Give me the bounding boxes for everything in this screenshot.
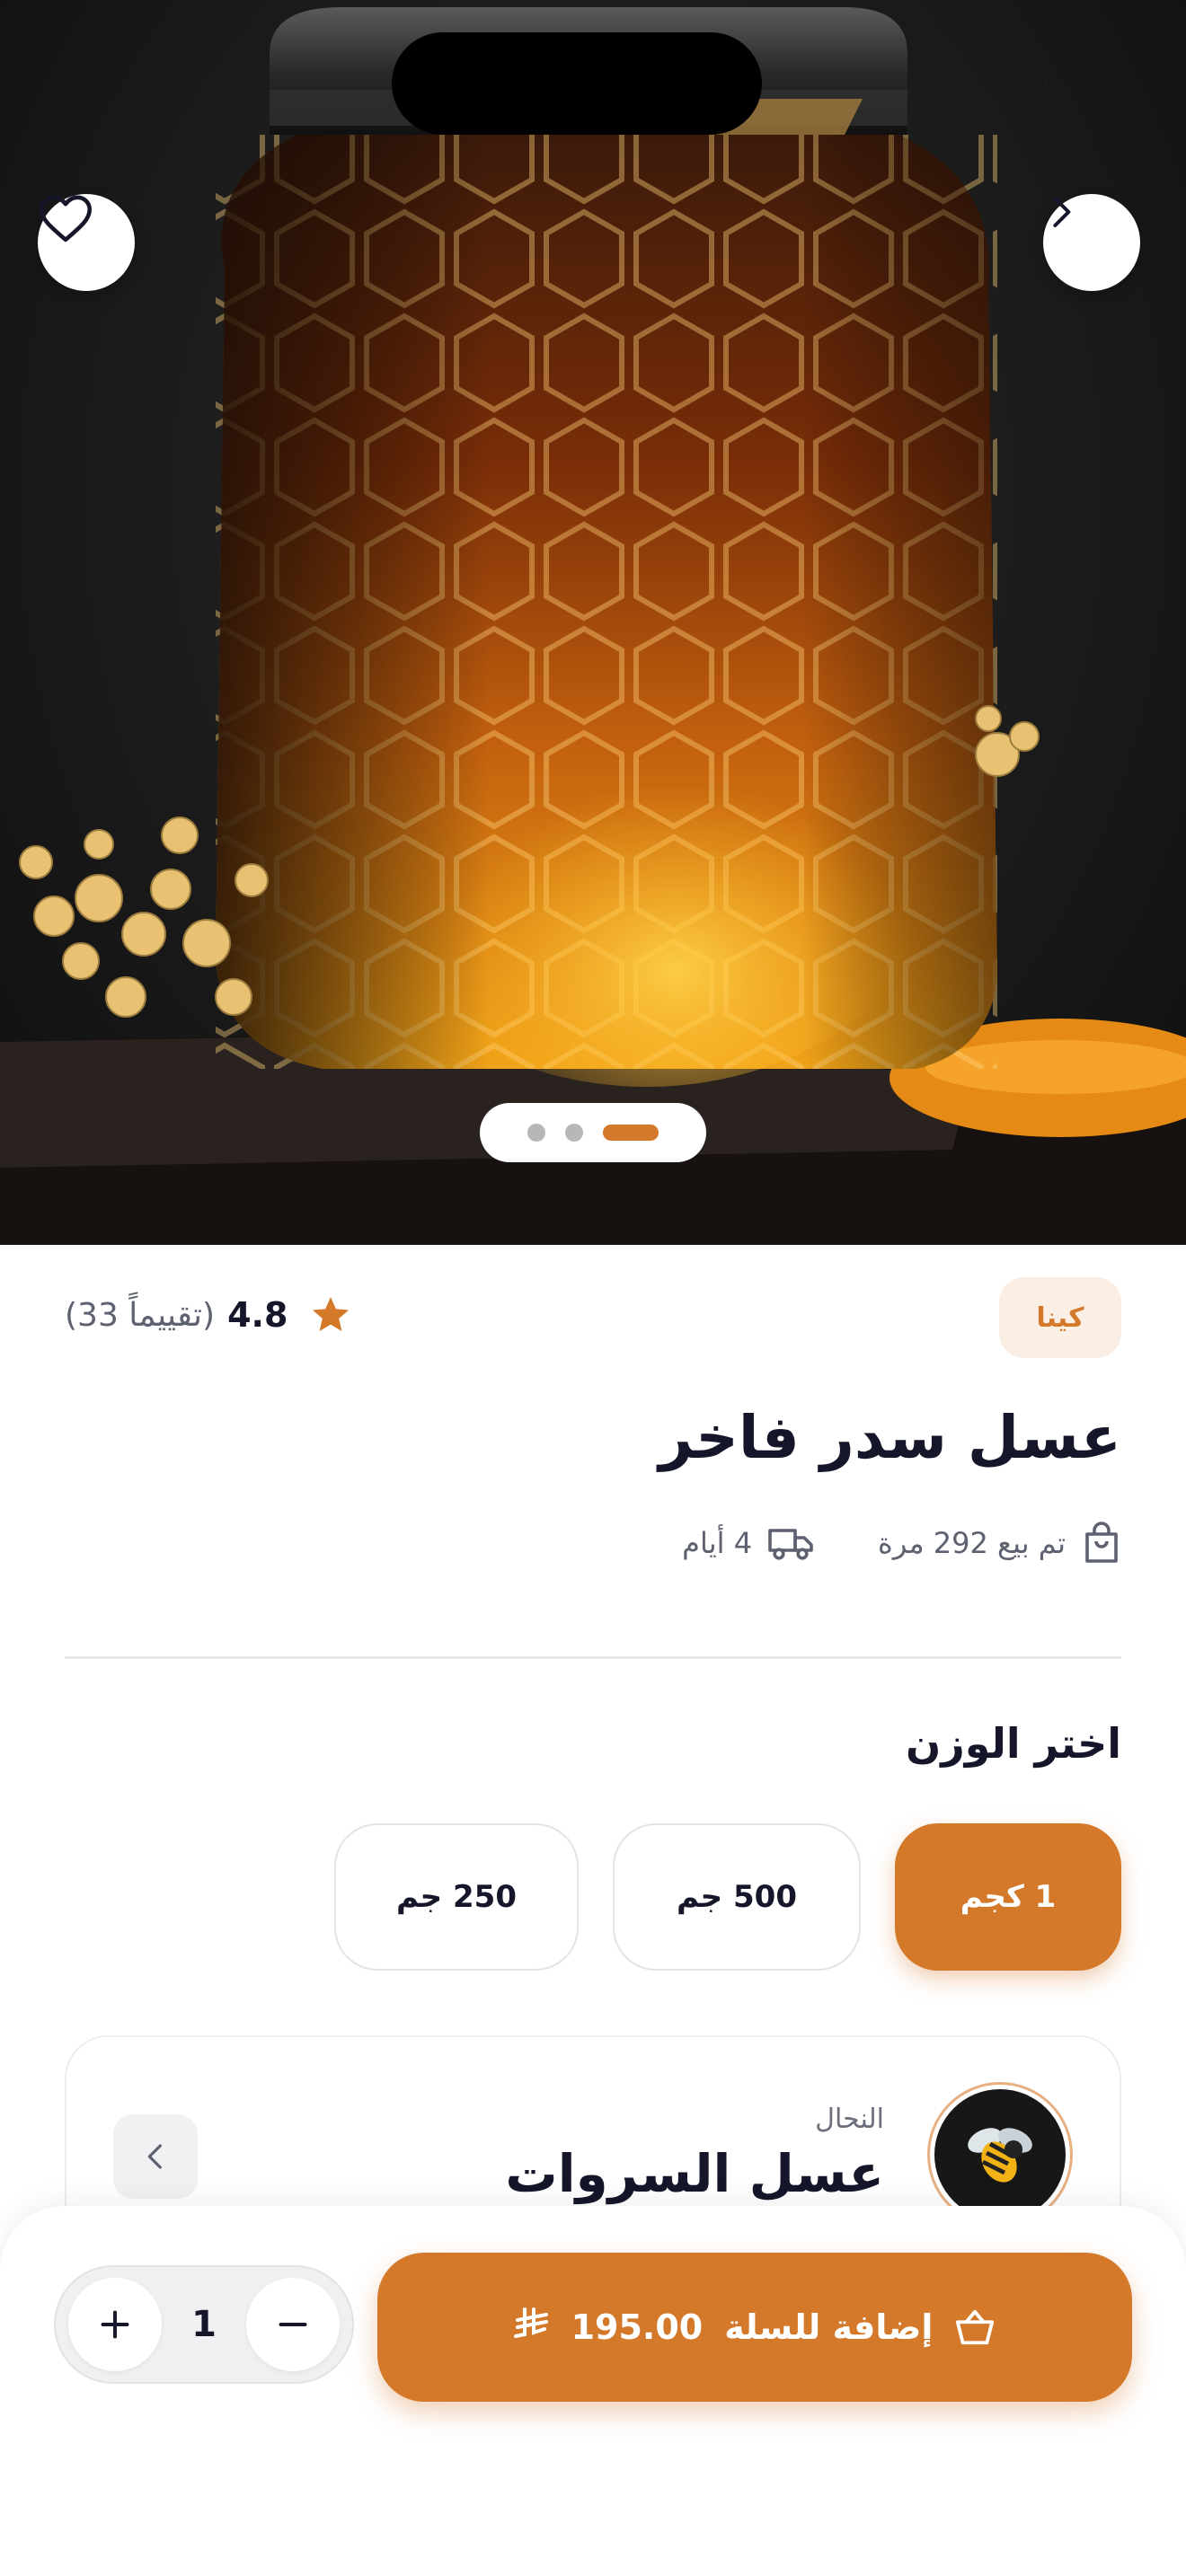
- star-icon: [313, 1297, 350, 1331]
- product-page: ٢:٣٦ (33 تقييماً) 4.8 كينا عسل سدر فاخر: [0, 0, 1186, 2576]
- basket-icon: [956, 2309, 995, 2345]
- rating-value: 4.8: [227, 1295, 288, 1335]
- weight-option-1kg[interactable]: 1 كجم: [895, 1823, 1121, 1971]
- heart-icon: [39, 195, 93, 243]
- bottom-action-bar: 1 195.00 إضافة للسلة: [0, 2206, 1186, 2576]
- honey-jar-image: [0, 7, 1186, 1245]
- favorite-button[interactable]: [38, 194, 135, 291]
- chevron-right-icon: [1053, 197, 1071, 227]
- add-to-cart-button[interactable]: 195.00 إضافة للسلة: [377, 2253, 1132, 2402]
- next-image-button[interactable]: [1043, 194, 1140, 291]
- brand-tag[interactable]: كينا: [999, 1277, 1121, 1358]
- riyal-currency-icon: [513, 2307, 550, 2348]
- cart-price: 195.00: [571, 2307, 704, 2347]
- plus-icon: [101, 2310, 129, 2339]
- beekeeper-name: عسل السروات: [505, 2143, 884, 2204]
- weight-section-title: اختر الوزن: [906, 1719, 1121, 1768]
- beekeeper-open-button[interactable]: [113, 2114, 198, 2199]
- rating[interactable]: (33 تقييماً) 4.8: [65, 1293, 352, 1337]
- increase-quantity-button[interactable]: [68, 2278, 162, 2371]
- product-meta: تم بيع 292 مرة 4 أيام: [682, 1522, 1121, 1565]
- bee-logo-icon: [968, 2128, 1032, 2183]
- status-bar: ٢:٣٦: [0, 0, 1186, 135]
- add-to-cart-label: إضافة للسلة: [724, 2307, 934, 2347]
- product-title: عسل سدر فاخر: [659, 1403, 1121, 1472]
- weight-option-500g[interactable]: 500 جم: [613, 1823, 861, 1971]
- dynamic-island: [392, 32, 762, 135]
- quantity-value: 1: [191, 2304, 217, 2345]
- weight-option-250g[interactable]: 250 جم: [334, 1823, 579, 1971]
- delivery-truck-icon: [768, 1529, 813, 1560]
- divider: [65, 1656, 1121, 1659]
- minus-icon: [279, 2323, 307, 2326]
- pager-dot[interactable]: [565, 1124, 583, 1142]
- chevron-left-icon: [147, 2144, 162, 2169]
- carousel-pager[interactable]: [480, 1103, 706, 1162]
- shopping-bag-icon: [1085, 1522, 1118, 1563]
- sold-count: تم بيع 292 مرة: [878, 1526, 1066, 1560]
- pager-dot[interactable]: [527, 1124, 545, 1142]
- delivery-time: 4 أيام: [682, 1526, 753, 1560]
- quantity-stepper[interactable]: 1: [54, 2265, 354, 2384]
- status-time: ٢:٣٦: [974, 57, 1051, 103]
- product-image-carousel[interactable]: ٢:٣٦: [0, 0, 1186, 1245]
- beekeeper-label: النحال: [815, 2104, 884, 2135]
- decrease-quantity-button[interactable]: [246, 2278, 340, 2371]
- pager-dot-active[interactable]: [603, 1125, 659, 1141]
- review-count: (33 تقييماً): [65, 1296, 216, 1334]
- riyal-symbol-icon: [513, 2307, 548, 2338]
